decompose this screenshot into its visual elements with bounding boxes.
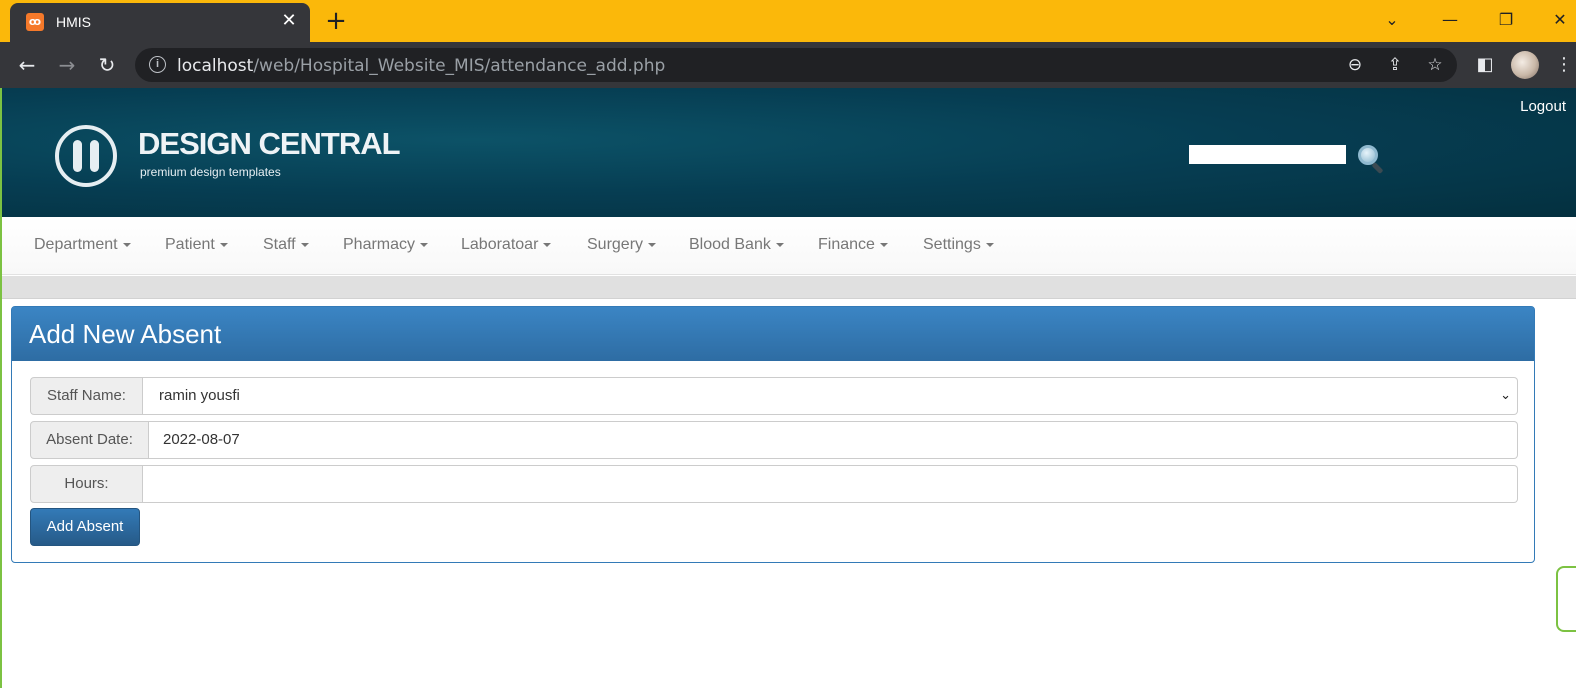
chevron-down-icon: ⌄ <box>1500 388 1511 403</box>
staff-name-value: ramin yousfi <box>159 387 240 404</box>
caret-down-icon <box>219 242 228 247</box>
url-host: localhost <box>177 56 254 76</box>
browser-toolbar: ← → ↻ i localhost/web/Hospital_Website_M… <box>0 42 1576 88</box>
menu-dots-icon[interactable]: ⋮ <box>1552 50 1576 80</box>
address-bar[interactable]: i localhost/web/Hospital_Website_MIS/att… <box>135 48 1457 82</box>
caret-down-icon <box>985 242 994 247</box>
site-header: DESIGN CENTRAL premium design templates … <box>2 88 1576 217</box>
logo-subtitle: premium design templates <box>140 165 281 179</box>
caret-down-icon <box>648 242 657 247</box>
absent-date-label: Absent Date: <box>30 421 149 459</box>
nav-surgery[interactable]: Surgery <box>587 236 657 254</box>
new-tab-button[interactable]: + <box>322 7 350 35</box>
side-panel-icon[interactable]: ◧ <box>1470 50 1500 80</box>
caret-down-icon <box>775 242 784 247</box>
tab-title: HMIS <box>56 14 91 30</box>
tab-strip: ꝏ HMIS ✕ + ⌄ — ❐ ✕ <box>0 0 1576 42</box>
minimize-button[interactable]: — <box>1430 6 1470 34</box>
search-input[interactable] <box>1189 145 1346 164</box>
site-info-icon[interactable]: i <box>149 56 166 73</box>
nav-staff[interactable]: Staff <box>263 236 309 254</box>
nav-label: Patient <box>165 236 215 253</box>
nav-label: Pharmacy <box>343 236 416 253</box>
bookmark-star-icon[interactable]: ☆ <box>1423 54 1447 76</box>
caret-down-icon <box>543 242 552 247</box>
logo-icon <box>55 125 117 187</box>
absent-date-row: Absent Date: 2022-08-07 <box>30 421 1518 459</box>
logout-link[interactable]: Logout <box>1520 98 1566 115</box>
share-icon[interactable]: ⇪ <box>1383 54 1407 76</box>
main-navbar: Department Patient Staff Pharmacy Labora… <box>2 217 1576 275</box>
tab-close-icon[interactable]: ✕ <box>278 10 300 32</box>
zoom-out-icon[interactable]: ⊖ <box>1343 54 1367 76</box>
url-text[interactable]: localhost/web/Hospital_Website_MIS/atten… <box>177 56 665 76</box>
caret-down-icon <box>879 242 888 247</box>
close-window-button[interactable]: ✕ <box>1544 6 1576 34</box>
xampp-icon: ꝏ <box>26 13 44 31</box>
restore-button[interactable]: ❐ <box>1486 6 1526 34</box>
url-path: /web/Hospital_Website_MIS/attendance_add… <box>253 56 666 76</box>
forward-arrow-icon[interactable]: → <box>52 50 82 80</box>
hours-input[interactable] <box>143 465 1518 503</box>
reload-icon[interactable]: ↻ <box>92 50 122 80</box>
browser-tab[interactable]: ꝏ HMIS ✕ <box>10 3 310 42</box>
nav-label: Laboratoar <box>461 236 539 253</box>
panel-heading: Add New Absent <box>12 307 1534 361</box>
staff-name-label: Staff Name: <box>30 377 143 415</box>
tab-search-icon[interactable]: ⌄ <box>1372 6 1412 34</box>
nav-laboratoar[interactable]: Laboratoar <box>461 236 552 254</box>
nav-label: Blood Bank <box>689 236 771 253</box>
page-title: Add New Absent <box>29 319 222 349</box>
nav-finance[interactable]: Finance <box>818 236 888 254</box>
staff-name-select[interactable]: ramin yousfi ⌄ <box>143 377 1518 415</box>
profile-avatar[interactable] <box>1511 51 1539 79</box>
caret-down-icon <box>300 242 309 247</box>
nav-department[interactable]: Department <box>34 236 131 254</box>
side-widget[interactable] <box>1556 566 1576 632</box>
nav-label: Settings <box>923 236 981 253</box>
browser-chrome: ꝏ HMIS ✕ + ⌄ — ❐ ✕ ← → ↻ i localhost/web… <box>0 0 1576 88</box>
hours-row: Hours: <box>30 465 1518 503</box>
logo-bar-left <box>73 140 82 172</box>
nav-settings[interactable]: Settings <box>923 236 994 254</box>
search-icon[interactable] <box>1358 145 1388 175</box>
window-border <box>0 88 2 688</box>
back-arrow-icon[interactable]: ← <box>12 50 42 80</box>
nav-patient[interactable]: Patient <box>165 236 228 254</box>
absent-date-value: 2022-08-07 <box>163 431 240 448</box>
absent-date-input[interactable]: 2022-08-07 <box>149 421 1518 459</box>
search-handle <box>1371 162 1384 175</box>
logo-title: DESIGN CENTRAL <box>138 126 401 161</box>
breadcrumb-strip <box>2 276 1576 299</box>
nav-label: Staff <box>263 236 296 253</box>
nav-label: Finance <box>818 236 875 253</box>
caret-down-icon <box>122 242 131 247</box>
add-absent-panel: Add New Absent Staff Name: ramin yousfi … <box>11 306 1535 563</box>
caret-down-icon <box>420 242 429 247</box>
nav-blood-bank[interactable]: Blood Bank <box>689 236 784 254</box>
hours-label: Hours: <box>30 465 143 503</box>
nav-label: Surgery <box>587 236 644 253</box>
add-absent-button[interactable]: Add Absent <box>30 508 140 546</box>
nav-label: Department <box>34 236 118 253</box>
nav-pharmacy[interactable]: Pharmacy <box>343 236 429 254</box>
logo-bar-right <box>90 140 99 172</box>
staff-name-row: Staff Name: ramin yousfi ⌄ <box>30 377 1518 415</box>
